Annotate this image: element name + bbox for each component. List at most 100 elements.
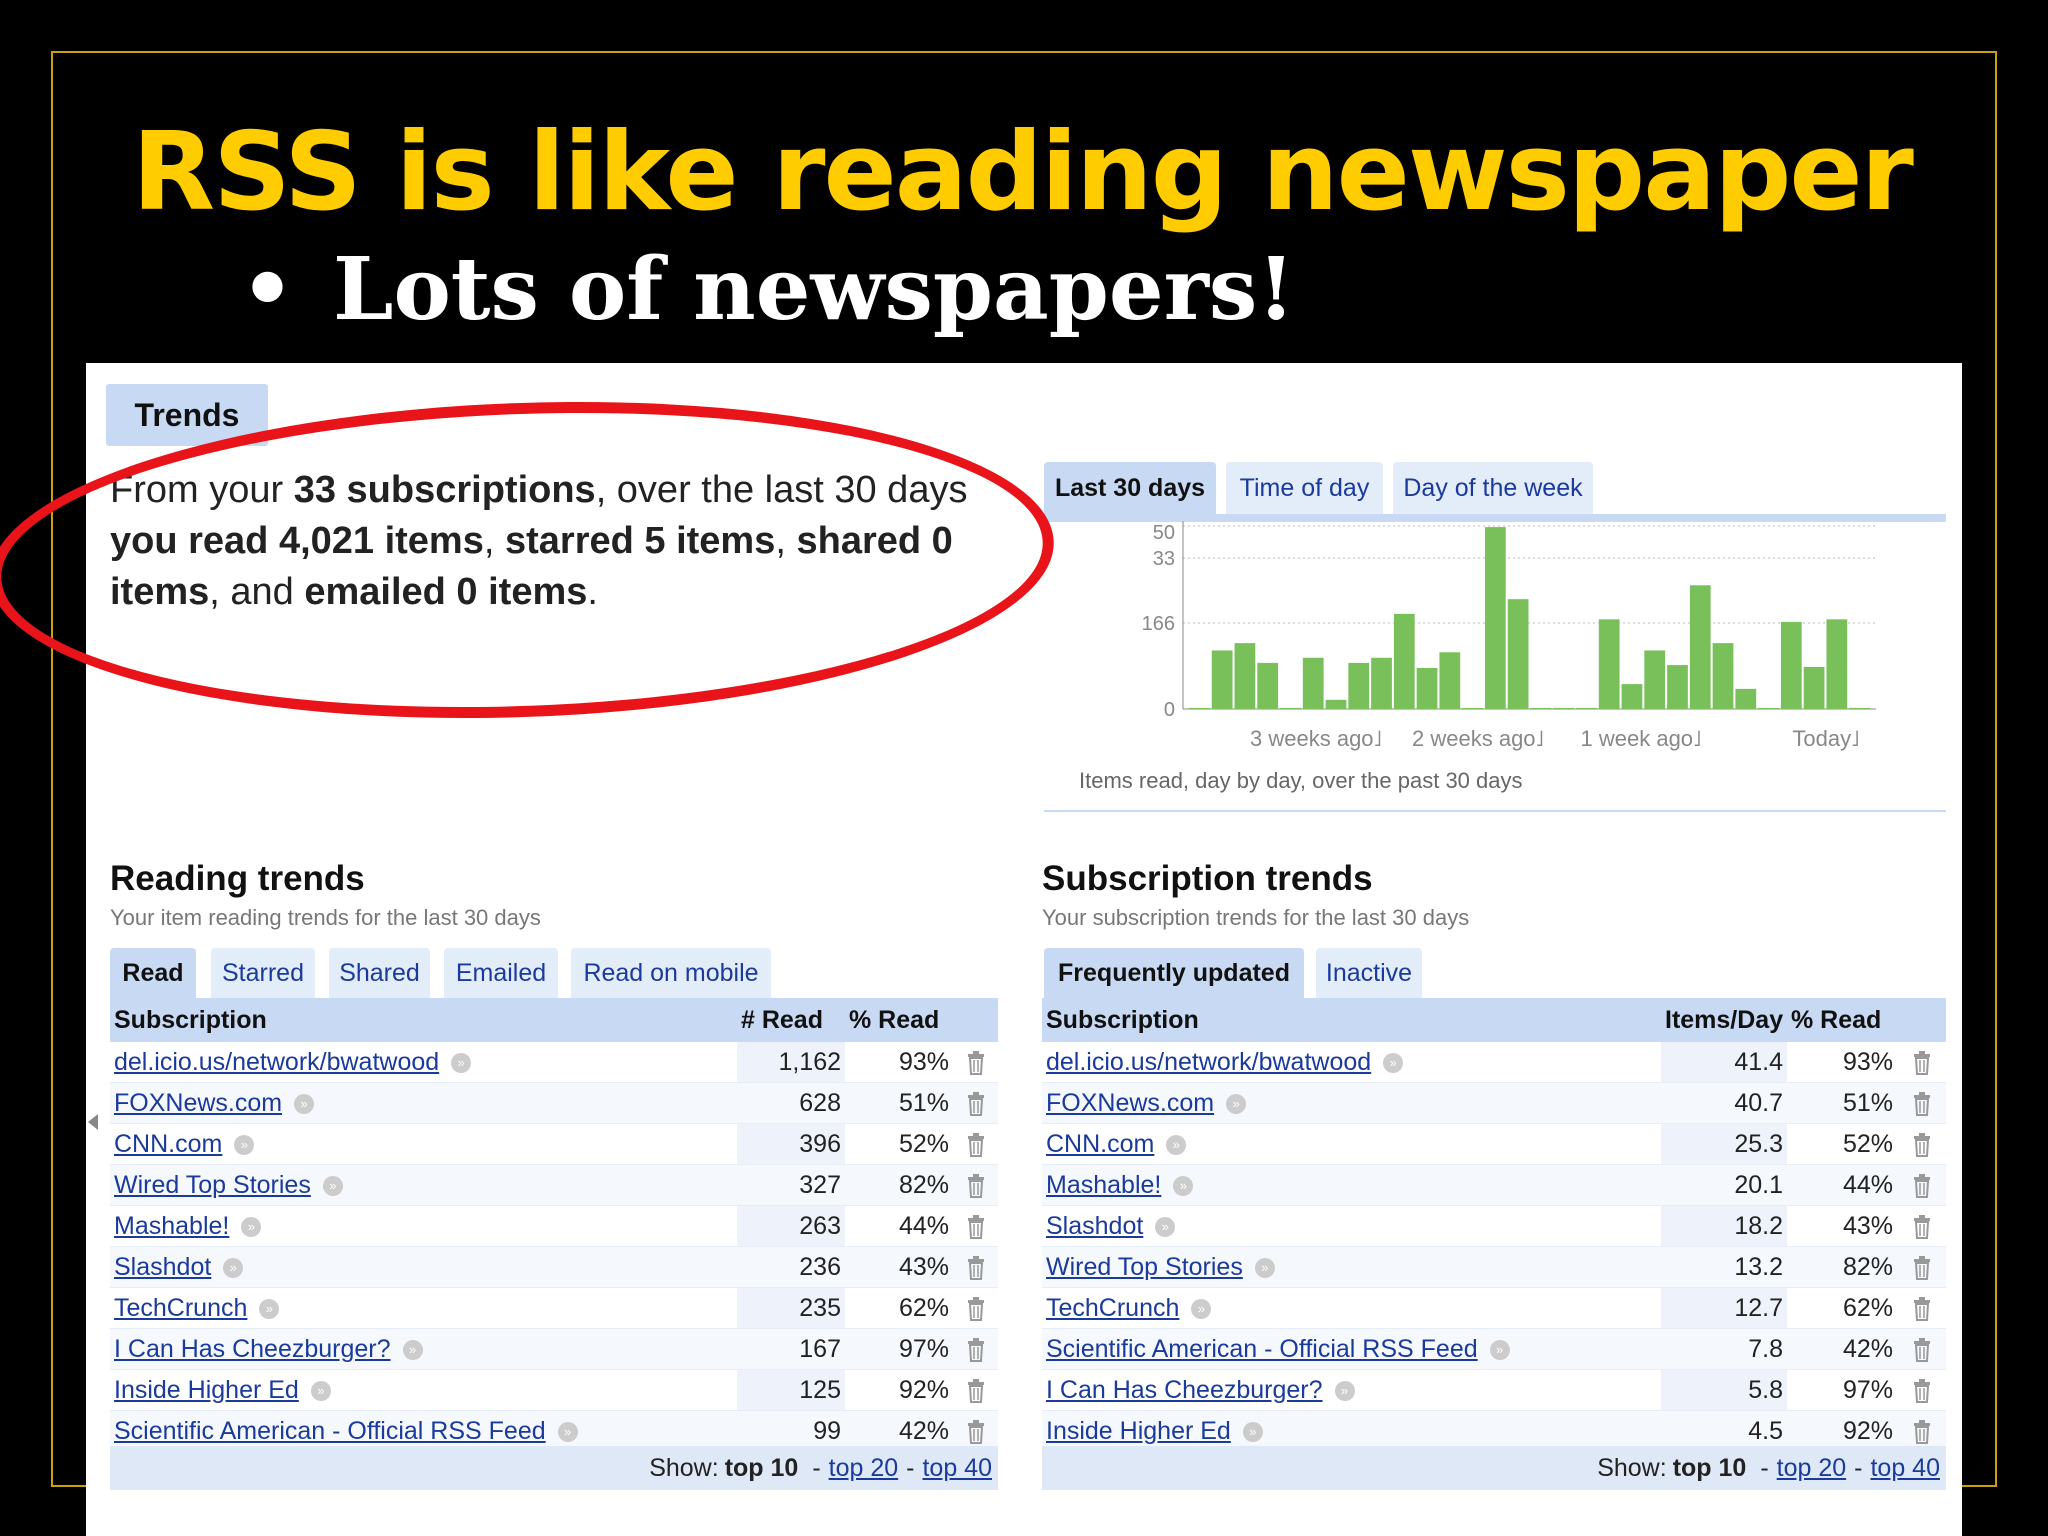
subscription-link[interactable]: Mashable! (1046, 1171, 1161, 1199)
col-subscription[interactable]: Subscription (1042, 998, 1661, 1042)
show-top-20-link[interactable]: top 20 (1777, 1454, 1847, 1483)
more-arrow-icon[interactable]: » (402, 1339, 423, 1360)
table-row[interactable]: CNN.com » 25.3 52% (1042, 1123, 1946, 1165)
subscription-link[interactable]: Slashdot (114, 1253, 211, 1281)
table-row[interactable]: Inside Higher Ed » 125 92% (110, 1369, 998, 1411)
col-items-per-day[interactable]: Items/Day (1661, 998, 1787, 1042)
subscription-link[interactable]: Wired Top Stories (1046, 1253, 1243, 1281)
tab-frequently-updated[interactable]: Frequently updated (1044, 948, 1304, 998)
tab-last-30-days[interactable]: Last 30 days (1044, 462, 1216, 514)
subscription-link[interactable]: Slashdot (1046, 1212, 1143, 1240)
subscription-link[interactable]: Scientific American - Official RSS Feed (114, 1417, 546, 1445)
subscription-link[interactable]: TechCrunch (114, 1294, 247, 1322)
subscription-link[interactable]: I Can Has Cheezburger? (114, 1335, 391, 1363)
trash-icon[interactable] (966, 1296, 986, 1321)
trash-icon[interactable] (966, 1337, 986, 1362)
trash-icon[interactable] (1912, 1132, 1932, 1157)
col-read-pct[interactable]: % Read (845, 998, 953, 1042)
tab-time-of-day[interactable]: Time of day (1226, 462, 1383, 514)
subscription-link[interactable]: TechCrunch (1046, 1294, 1179, 1322)
trash-icon[interactable] (1912, 1050, 1932, 1075)
trash-icon[interactable] (966, 1173, 986, 1198)
trash-icon[interactable] (966, 1419, 986, 1444)
tab-inactive[interactable]: Inactive (1316, 948, 1422, 998)
col-read-count[interactable]: # Read (737, 998, 845, 1042)
tab-shared[interactable]: Shared (329, 948, 430, 998)
table-row[interactable]: CNN.com » 396 52% (110, 1123, 998, 1165)
more-arrow-icon[interactable]: » (241, 1216, 262, 1237)
subscription-link[interactable]: CNN.com (114, 1130, 222, 1158)
table-row[interactable]: I Can Has Cheezburger? » 5.8 97% (1042, 1369, 1946, 1411)
table-row[interactable]: Mashable! » 263 44% (110, 1205, 998, 1247)
trash-icon[interactable] (1912, 1296, 1932, 1321)
table-row[interactable]: I Can Has Cheezburger? » 167 97% (110, 1328, 998, 1370)
tab-read-on-mobile[interactable]: Read on mobile (571, 948, 771, 998)
trash-icon[interactable] (1912, 1419, 1932, 1444)
trash-icon[interactable] (1912, 1173, 1932, 1198)
table-row[interactable]: TechCrunch » 235 62% (110, 1287, 998, 1329)
table-row[interactable]: TechCrunch » 12.7 62% (1042, 1287, 1946, 1329)
tab-day-of-week[interactable]: Day of the week (1393, 462, 1593, 514)
more-arrow-icon[interactable]: » (310, 1380, 331, 1401)
count-cell: 236 (737, 1246, 845, 1288)
subscription-link[interactable]: Wired Top Stories (114, 1171, 311, 1199)
table-row[interactable]: Slashdot » 236 43% (110, 1246, 998, 1288)
show-top-40-link[interactable]: top 40 (1870, 1454, 1940, 1483)
tab-read[interactable]: Read (110, 948, 196, 998)
more-arrow-icon[interactable]: » (223, 1257, 244, 1278)
subscription-link[interactable]: FOXNews.com (1046, 1089, 1214, 1117)
trash-icon[interactable] (966, 1132, 986, 1157)
more-arrow-icon[interactable]: » (1383, 1052, 1404, 1073)
more-arrow-icon[interactable]: » (1166, 1134, 1187, 1155)
more-arrow-icon[interactable]: » (259, 1298, 280, 1319)
more-arrow-icon[interactable]: » (1489, 1339, 1510, 1360)
subscription-link[interactable]: del.icio.us/network/bwatwood (114, 1048, 439, 1076)
more-arrow-icon[interactable]: » (1254, 1257, 1275, 1278)
trash-icon[interactable] (966, 1255, 986, 1280)
more-arrow-icon[interactable]: » (1173, 1175, 1194, 1196)
collapse-arrow-icon[interactable] (88, 1114, 98, 1130)
table-row[interactable]: del.icio.us/network/bwatwood » 1,162 93% (110, 1042, 998, 1083)
tab-emailed[interactable]: Emailed (444, 948, 558, 998)
table-row[interactable]: FOXNews.com » 628 51% (110, 1082, 998, 1124)
more-arrow-icon[interactable]: » (1226, 1093, 1247, 1114)
table-row[interactable]: Wired Top Stories » 327 82% (110, 1164, 998, 1206)
more-arrow-icon[interactable]: » (557, 1421, 578, 1442)
subscription-link[interactable]: CNN.com (1046, 1130, 1154, 1158)
col-read-pct[interactable]: % Read (1787, 998, 1897, 1042)
trash-icon[interactable] (1912, 1337, 1932, 1362)
more-arrow-icon[interactable]: » (294, 1093, 315, 1114)
show-top-20-link[interactable]: top 20 (829, 1454, 899, 1483)
trash-icon[interactable] (966, 1050, 986, 1075)
subscription-link[interactable]: Mashable! (114, 1212, 229, 1240)
more-arrow-icon[interactable]: » (322, 1175, 343, 1196)
more-arrow-icon[interactable]: » (1242, 1421, 1263, 1442)
subscription-link[interactable]: FOXNews.com (114, 1089, 282, 1117)
tab-starred[interactable]: Starred (211, 948, 315, 998)
trash-icon[interactable] (1912, 1255, 1932, 1280)
trash-icon[interactable] (966, 1091, 986, 1116)
subscription-link[interactable]: Inside Higher Ed (1046, 1417, 1231, 1445)
subscription-link[interactable]: Scientific American - Official RSS Feed (1046, 1335, 1478, 1363)
table-row[interactable]: Scientific American - Official RSS Feed »… (1042, 1328, 1946, 1370)
show-top-40-link[interactable]: top 40 (922, 1454, 992, 1483)
trash-icon[interactable] (1912, 1378, 1932, 1403)
trash-icon[interactable] (966, 1378, 986, 1403)
more-arrow-icon[interactable]: » (234, 1134, 255, 1155)
trash-icon[interactable] (1912, 1214, 1932, 1239)
table-row[interactable]: Slashdot » 18.2 43% (1042, 1205, 1946, 1247)
more-arrow-icon[interactable]: » (1155, 1216, 1176, 1237)
more-arrow-icon[interactable]: » (1191, 1298, 1212, 1319)
table-row[interactable]: FOXNews.com » 40.7 51% (1042, 1082, 1946, 1124)
trash-icon[interactable] (1912, 1091, 1932, 1116)
subscription-link[interactable]: I Can Has Cheezburger? (1046, 1376, 1323, 1404)
trash-icon[interactable] (966, 1214, 986, 1239)
subscription-link[interactable]: del.icio.us/network/bwatwood (1046, 1048, 1371, 1076)
more-arrow-icon[interactable]: » (451, 1052, 472, 1073)
table-row[interactable]: Mashable! » 20.1 44% (1042, 1164, 1946, 1206)
subscription-link[interactable]: Inside Higher Ed (114, 1376, 299, 1404)
table-row[interactable]: del.icio.us/network/bwatwood » 41.4 93% (1042, 1042, 1946, 1083)
more-arrow-icon[interactable]: » (1334, 1380, 1355, 1401)
col-subscription[interactable]: Subscription (110, 998, 737, 1042)
table-row[interactable]: Wired Top Stories » 13.2 82% (1042, 1246, 1946, 1288)
